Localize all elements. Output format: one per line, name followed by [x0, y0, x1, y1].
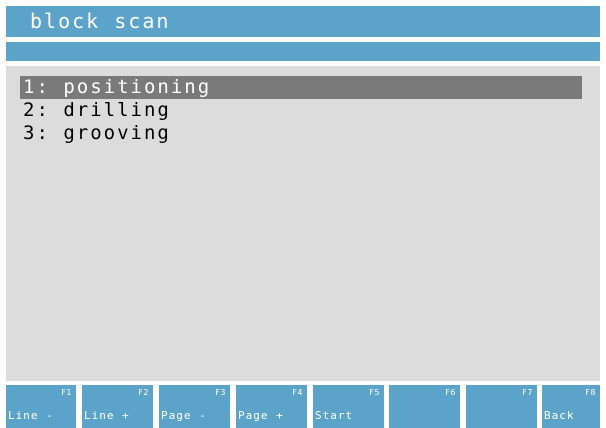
softkey-label: Start: [315, 409, 354, 422]
softkey-number: F4: [292, 388, 303, 397]
softkey-number: F8: [585, 388, 596, 397]
softkey-number: F2: [138, 388, 149, 397]
softkey-number: F1: [61, 388, 72, 397]
softkey-f4-page-plus[interactable]: F4 Page +: [236, 385, 307, 428]
softkey-label: Line +: [84, 409, 130, 422]
list-item-drilling[interactable]: 2: drilling: [20, 99, 582, 122]
block-scan-screen: block scan 1: positioning 2: drilling 3:…: [0, 0, 606, 428]
softkey-number: F3: [215, 388, 226, 397]
softkey-number: F6: [445, 388, 456, 397]
status-bar: [6, 42, 600, 61]
window-title: block scan: [6, 6, 600, 37]
list-item-grooving[interactable]: 3: grooving: [20, 122, 582, 145]
softkey-number: F5: [369, 388, 380, 397]
softkey-label: Page +: [238, 409, 284, 422]
softkey-f5-start[interactable]: F5 Start: [313, 385, 384, 428]
softkey-f1-line-minus[interactable]: F1 Line -: [6, 385, 76, 428]
softkey-f7-empty[interactable]: F7: [466, 385, 537, 428]
softkey-label: Line -: [8, 409, 54, 422]
softkey-f2-line-plus[interactable]: F2 Line +: [82, 385, 153, 428]
softkey-bar: F1 Line - F2 Line + F3 Page - F4 Page + …: [6, 385, 600, 428]
list-item-positioning[interactable]: 1: positioning: [20, 76, 582, 99]
block-list-panel: 1: positioning 2: drilling 3: grooving: [6, 66, 600, 381]
block-list: 1: positioning 2: drilling 3: grooving: [20, 76, 582, 145]
softkey-f8-back[interactable]: F8 Back: [542, 385, 600, 428]
softkey-label: Back: [544, 409, 575, 422]
softkey-f6-empty[interactable]: F6: [389, 385, 460, 428]
softkey-f3-page-minus[interactable]: F3 Page -: [159, 385, 230, 428]
softkey-number: F7: [522, 388, 533, 397]
softkey-label: Page -: [161, 409, 207, 422]
